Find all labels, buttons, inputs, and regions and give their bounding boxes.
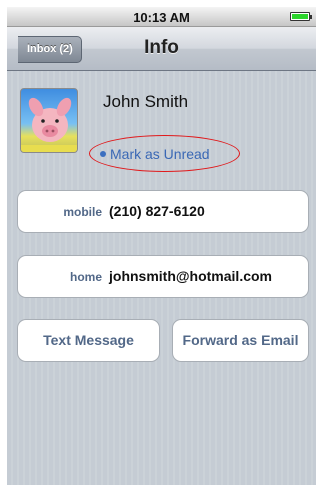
- contact-info-screen: 10:13 AM Inbox (2) Info John Smith Mark …: [7, 7, 316, 485]
- unread-dot-icon: [100, 151, 106, 157]
- contact-name: John Smith: [103, 92, 189, 111]
- contact-avatar: [20, 88, 78, 153]
- mark-as-unread-button[interactable]: Mark as Unread: [89, 135, 240, 172]
- pig-photo: [21, 97, 77, 152]
- battery-icon: [290, 12, 312, 21]
- navigation-bar: Inbox (2) Info: [7, 27, 316, 71]
- page-title: Info: [144, 37, 179, 58]
- text-message-button[interactable]: Text Message: [17, 319, 160, 362]
- status-bar: 10:13 AM: [7, 7, 316, 27]
- field-value-home: johnsmith@hotmail.com: [109, 268, 272, 284]
- forward-as-email-button[interactable]: Forward as Email: [172, 319, 309, 362]
- field-label-mobile: mobile: [63, 205, 102, 219]
- mobile-phone-field[interactable]: mobile (210) 827-6120: [17, 190, 309, 233]
- status-time: 10:13 AM: [133, 10, 190, 25]
- home-email-field[interactable]: home johnsmith@hotmail.com: [17, 255, 309, 298]
- field-label-home: home: [69, 270, 102, 284]
- mark-as-unread-label: Mark as Unread: [110, 146, 210, 162]
- field-value-mobile: (210) 827-6120: [109, 203, 205, 219]
